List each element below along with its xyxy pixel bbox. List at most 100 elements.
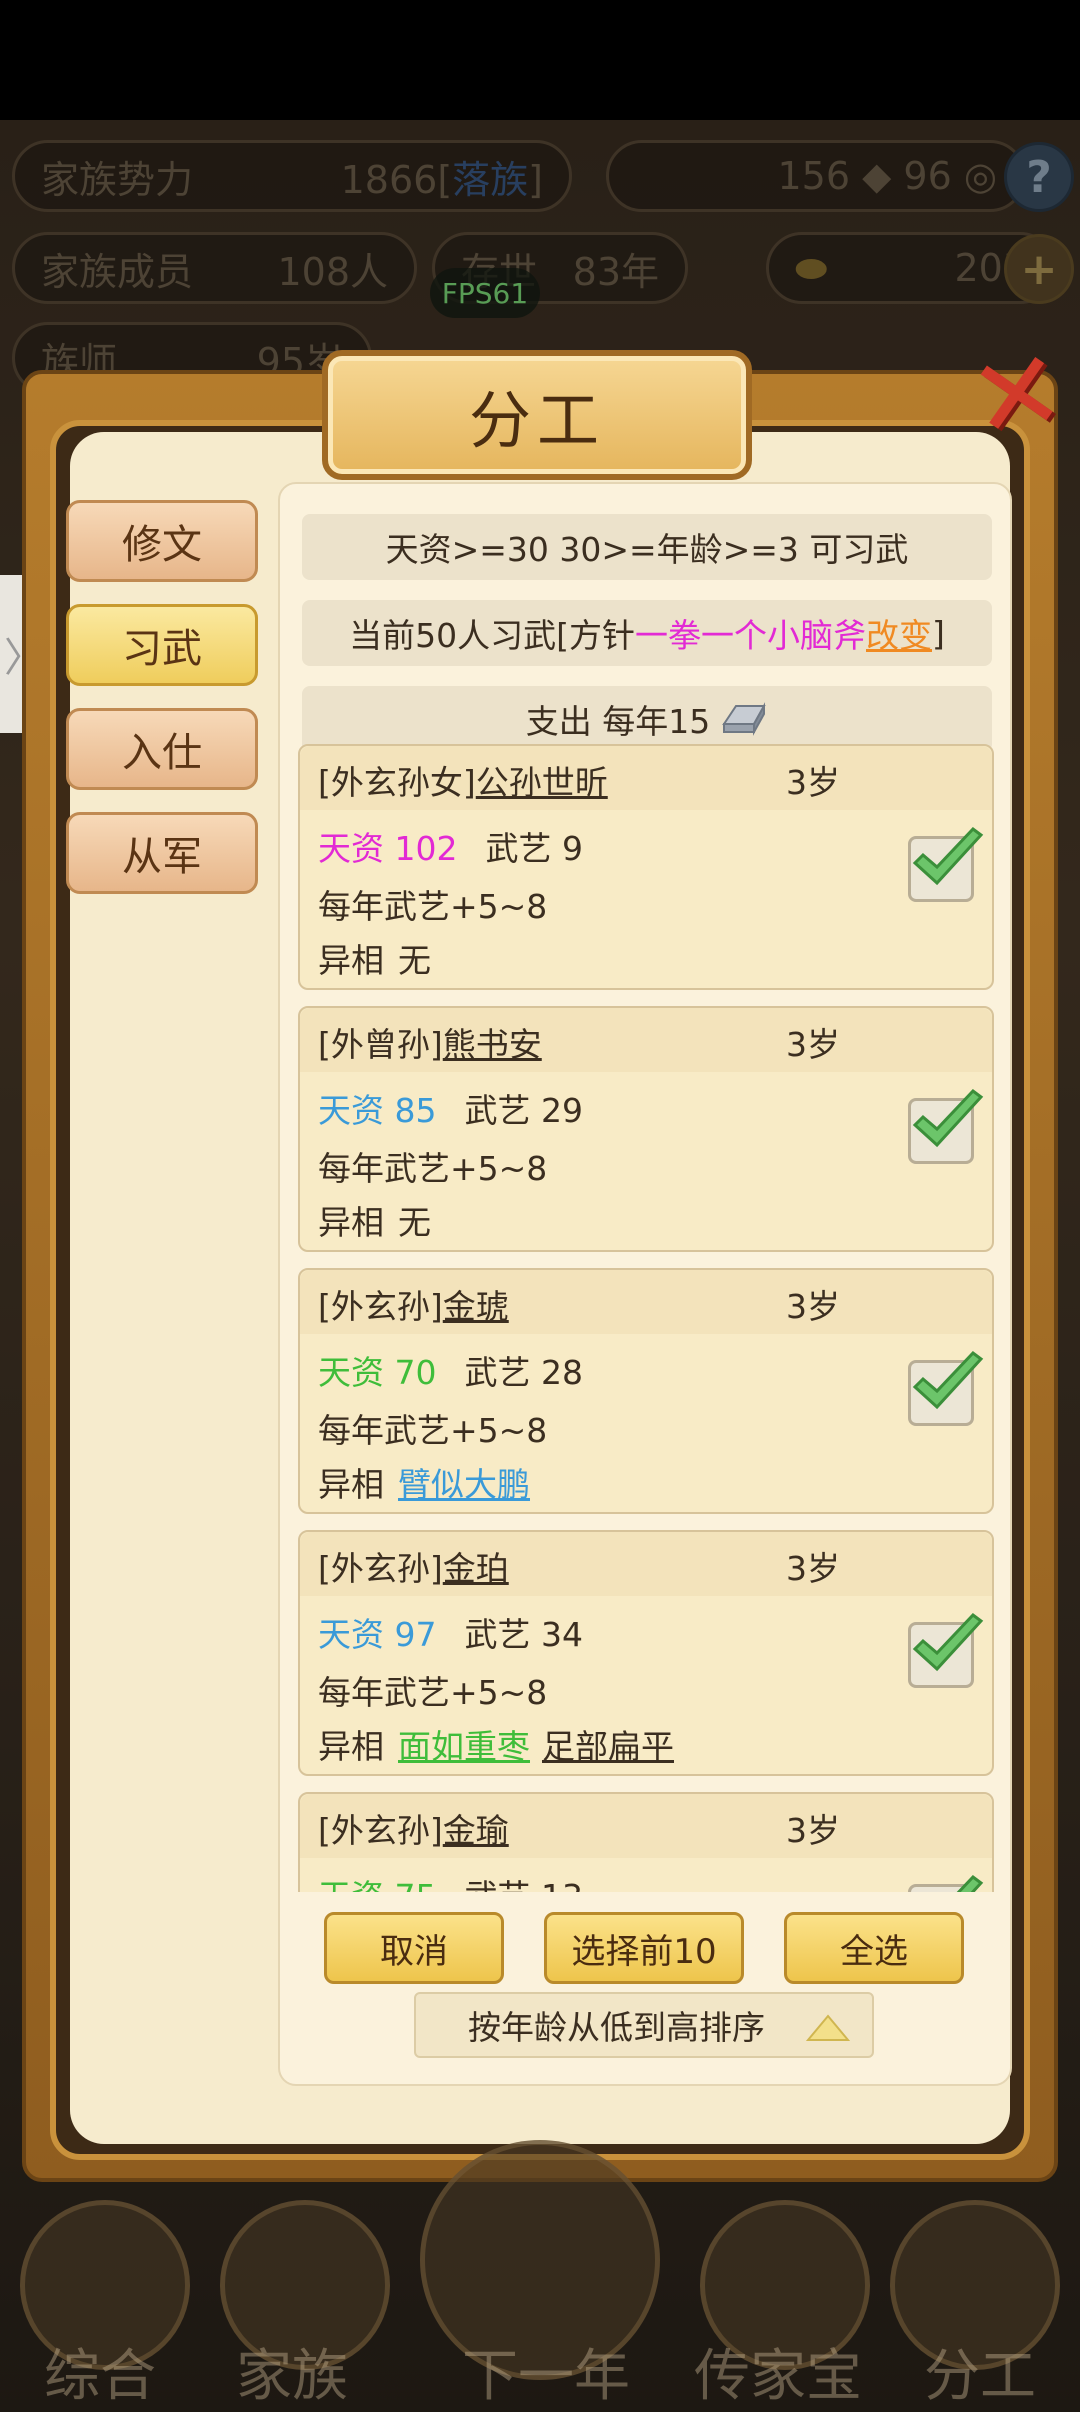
person-name-link[interactable]: 金瑜 — [443, 1811, 509, 1850]
person-age: 3岁 — [786, 1549, 840, 1588]
select-all-button[interactable]: 全选 — [784, 1912, 964, 1984]
assignment-dialog: 分工 ✕ 修文 习武 入仕 从军 天资>=30 30>=年龄>=3 可习武 当前… — [22, 324, 1073, 2182]
person-traits: 异相 面如重枣 足部扁平 — [318, 1720, 686, 1768]
person-traits: 异相无 — [318, 934, 431, 982]
person-name: [外玄孙]金瑜 — [318, 1804, 509, 1852]
close-icon: ✕ — [960, 323, 1074, 467]
person-relation: [外玄孙女] — [318, 763, 476, 802]
select-checkbox[interactable] — [908, 1088, 984, 1164]
checkmark-icon — [912, 826, 984, 886]
nav-heirloom-label: 传家宝 — [694, 2344, 862, 2409]
person-relation: [外曾孙] — [318, 1025, 443, 1064]
select-checkbox[interactable] — [908, 1350, 984, 1426]
person-talent: 天资 97 — [318, 1615, 437, 1654]
person-name-link[interactable]: 公孙世昕 — [476, 763, 608, 802]
person-relation: [外玄孙] — [318, 1549, 443, 1588]
person-martial: 武艺 13 — [464, 1877, 582, 1892]
select-checkbox[interactable] — [908, 1874, 984, 1892]
select-checkbox[interactable] — [908, 1612, 984, 1688]
select-top10-label: 选择前10 — [571, 1931, 717, 1972]
select-top10-button[interactable]: 选择前10 — [544, 1912, 744, 1984]
silver-ingot-icon — [722, 702, 766, 736]
trait-label: 异相 — [318, 1203, 384, 1242]
tab-official[interactable]: 入仕 — [66, 708, 258, 790]
tab-official-label: 入仕 — [122, 730, 202, 776]
person-martial: 武艺 28 — [464, 1353, 583, 1392]
person-age: 3岁 — [786, 1287, 840, 1326]
nav-next-year[interactable]: 下一年 — [436, 2280, 656, 2412]
person-traits: 异相 臂似大鹏 — [318, 1458, 542, 1506]
person-martial: 武艺 34 — [464, 1615, 583, 1654]
tab-study[interactable]: 修文 — [66, 500, 258, 582]
person-growth: 每年武艺+5~8 — [318, 1149, 548, 1188]
checkmark-icon — [912, 1350, 984, 1410]
cancel-label: 取消 — [380, 1931, 448, 1972]
person-name-link[interactable]: 金琥 — [443, 1287, 509, 1326]
dialog-title: 分工 — [468, 384, 605, 457]
person-card[interactable]: [外玄孙女]公孙世昕 3岁天资 102 武艺 9 每年武艺+5~8 异相无 — [298, 744, 994, 990]
trait-item: 无 — [398, 941, 431, 980]
trait-item[interactable]: 面如重枣 — [398, 1727, 530, 1766]
person-traits: 异相无 — [318, 1196, 431, 1244]
nav-general-label: 综合 — [44, 2344, 156, 2409]
person-talent: 天资 102 — [318, 829, 458, 868]
nav-heirloom[interactable]: 传家宝 — [678, 2280, 878, 2412]
trait-label: 异相 — [318, 941, 384, 980]
person-name: [外玄孙]金珀 — [318, 1542, 509, 1590]
person-stats: 天资 70 武艺 28 — [318, 1346, 583, 1394]
tab-military[interactable]: 从军 — [66, 812, 258, 894]
person-growth: 每年武艺+5~8 — [318, 1411, 548, 1450]
dialog-title-plate: 分工 — [322, 350, 752, 480]
requirement-row: 天资>=30 30>=年龄>=3 可习武 — [302, 514, 992, 580]
checkmark-icon — [912, 1088, 984, 1148]
person-card[interactable]: [外玄孙]金珀 3岁天资 97 武艺 34 每年武艺+5~8 异相 面如重枣 足部扁平 — [298, 1530, 994, 1776]
checkmark-icon — [956, 1874, 984, 1892]
person-stats: 天资 102 武艺 9 — [318, 822, 583, 870]
nav-general[interactable]: 综合 — [0, 2280, 200, 2412]
person-stats: 天资 85 武艺 29 — [318, 1084, 583, 1132]
cancel-button[interactable]: 取消 — [324, 1912, 504, 1984]
person-growth: 每年武艺+5~8 — [318, 1673, 548, 1712]
sort-label: 按年龄从低到高排序 — [468, 2008, 765, 2047]
person-age: 3岁 — [786, 763, 840, 802]
person-card[interactable]: [外玄孙]金瑜 3岁天资 75 武艺 13 — [298, 1792, 994, 1892]
policy-prefix: 当前50人习武[方针 — [349, 616, 635, 655]
sort-toggle-icon — [806, 2014, 850, 2041]
trait-item[interactable]: 足部扁平 — [542, 1727, 674, 1766]
person-relation: [外玄孙] — [318, 1811, 443, 1850]
person-name: [外玄孙]金琥 — [318, 1280, 509, 1328]
trait-label: 异相 — [318, 1465, 384, 1504]
nav-assign[interactable]: 分工 — [880, 2280, 1080, 2412]
tab-martial-label: 习武 — [122, 626, 202, 672]
nav-next-year-label: 下一年 — [462, 2344, 630, 2409]
policy-suffix: ] — [932, 613, 945, 653]
tab-study-label: 修文 — [122, 522, 202, 568]
tab-military-label: 从军 — [122, 834, 202, 880]
person-age: 3岁 — [786, 1025, 840, 1064]
tab-martial[interactable]: 习武 — [66, 604, 258, 686]
policy-row: 当前50人习武[方针 一拳一个小脑斧 改变] — [302, 600, 992, 666]
person-stats: 天资 75 武艺 13 — [318, 1870, 583, 1892]
trait-label: 异相 — [318, 1727, 384, 1766]
person-growth: 每年武艺+5~8 — [318, 887, 548, 926]
person-talent: 天资 75 — [318, 1877, 436, 1892]
person-name: [外玄孙女]公孙世昕 — [318, 756, 608, 804]
change-policy-link[interactable]: 改变 — [866, 609, 932, 657]
person-name-link[interactable]: 熊书安 — [443, 1025, 542, 1064]
select-checkbox[interactable] — [908, 826, 984, 902]
person-card[interactable]: [外玄孙]金琥 3岁天资 70 武艺 28 每年武艺+5~8 异相 臂似大鹏 — [298, 1268, 994, 1514]
person-name-link[interactable]: 金珀 — [443, 1549, 509, 1588]
person-card[interactable]: [外曾孙]熊书安 3岁天资 85 武艺 29 每年武艺+5~8 异相无 — [298, 1006, 994, 1252]
expense-text: 支出 每年15 — [525, 702, 711, 741]
close-button[interactable]: ✕ — [960, 324, 1073, 466]
nav-assign-label: 分工 — [924, 2344, 1036, 2409]
nav-clan[interactable]: 家族 — [192, 2280, 392, 2412]
person-martial: 武艺 9 — [485, 829, 583, 868]
trait-item[interactable]: 臂似大鹏 — [398, 1465, 530, 1504]
policy-name: 一拳一个小脑斧 — [635, 616, 866, 655]
trait-item: 无 — [398, 1203, 431, 1242]
select-all-label: 全选 — [840, 1931, 908, 1972]
sort-selector[interactable]: 按年龄从低到高排序 — [414, 1992, 874, 2058]
person-list[interactable]: [外玄孙女]公孙世昕 3岁 天资 102 武艺 9 每年武艺+5~8 异相无 [外曾孙]熊书… — [298, 744, 998, 1892]
person-age: 3岁 — [786, 1811, 840, 1850]
